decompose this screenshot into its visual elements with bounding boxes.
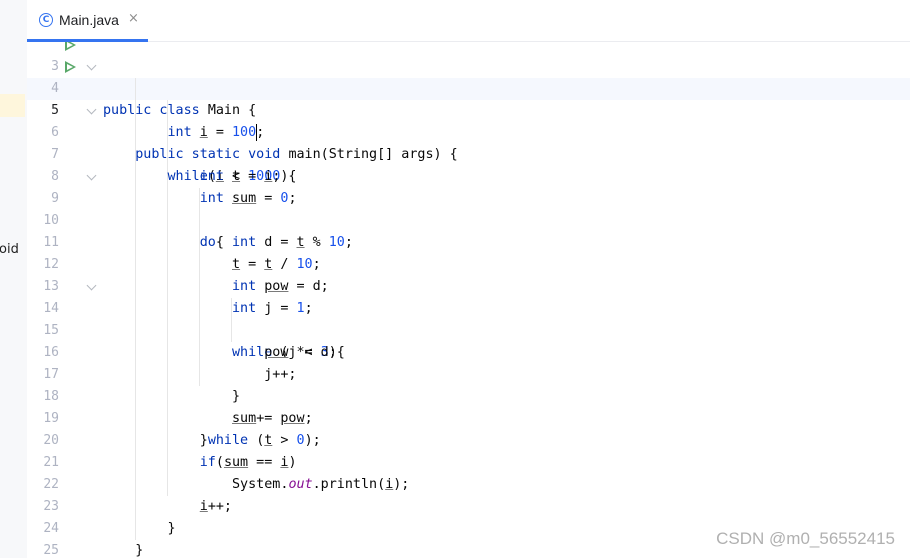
- code-line[interactable]: 22 i++;: [27, 452, 910, 514]
- code-line[interactable]: 6 while(i < 1000){: [27, 100, 910, 184]
- code-line[interactable]: 11 t = t / 10;: [27, 210, 910, 272]
- left-panel-text-fragment: oid: [0, 242, 19, 257]
- code-line[interactable]: 5 int i = 100;: [27, 78, 910, 141]
- fold-icon[interactable]: [86, 60, 97, 71]
- code-line[interactable]: 3 public class Main {: [27, 42, 910, 118]
- run-icon[interactable]: [65, 61, 76, 73]
- code-line[interactable]: 15 pow *= d;: [27, 298, 910, 360]
- editor-tab-bar: C Main.java ×: [27, 0, 910, 42]
- code-line[interactable]: 10 int d = t % 10;: [27, 188, 910, 250]
- left-tool-panel: oid: [0, 0, 27, 558]
- code-line[interactable]: 24 }: [27, 496, 910, 558]
- code-line[interactable]: 21 System.out.println(i);: [27, 430, 910, 492]
- code-line[interactable]: 19 }while (t > 0);: [27, 386, 910, 448]
- code-line[interactable]: 12 int pow = d;: [27, 232, 910, 294]
- fold-icon[interactable]: [86, 280, 97, 291]
- code-line[interactable]: 13 int j = 1;: [27, 254, 910, 316]
- code-line[interactable]: 16 j++;: [27, 320, 910, 382]
- current-line-marker: [0, 94, 25, 117]
- class-icon: C: [39, 13, 53, 27]
- fold-icon[interactable]: [86, 170, 97, 181]
- code-line[interactable]: 8 int sum = 0;: [27, 144, 910, 206]
- code-line[interactable]: 4 public static void main(String[] args)…: [27, 56, 910, 162]
- fold-icon[interactable]: [86, 104, 97, 115]
- code-line[interactable]: 7 int t = i;: [27, 122, 910, 184]
- close-icon[interactable]: ×: [128, 11, 139, 26]
- code-line[interactable]: 18 sum+= pow;: [27, 364, 910, 426]
- watermark: CSDN @m0_56552415: [716, 529, 895, 548]
- run-icon[interactable]: [65, 42, 76, 51]
- code-line[interactable]: 20 if(sum == i): [27, 408, 910, 470]
- code-line[interactable]: 9 do{: [27, 166, 910, 250]
- code-line[interactable]: 17 }: [27, 342, 910, 404]
- tab-label: Main.java: [59, 12, 119, 28]
- code-editor[interactable]: 3 public class Main { 4 public static vo…: [27, 42, 910, 558]
- code-line[interactable]: 23 }: [27, 474, 910, 536]
- code-line[interactable]: 14 while (j < 3){: [27, 276, 910, 360]
- tab-main-java[interactable]: C Main.java ×: [27, 0, 148, 42]
